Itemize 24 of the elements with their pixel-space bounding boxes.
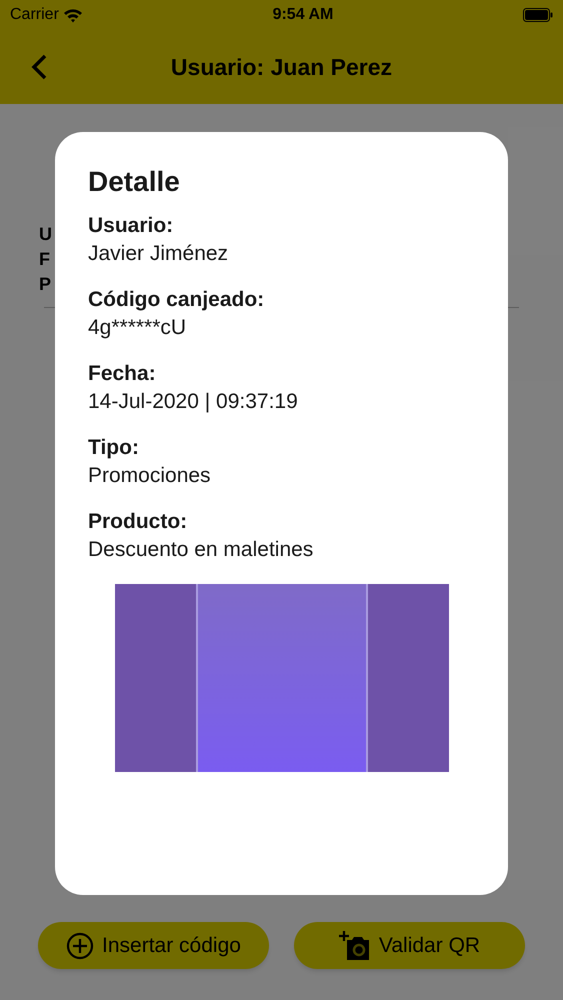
field-label: Código canjeado:	[88, 287, 264, 313]
dialog-title: Detalle	[88, 165, 181, 199]
validate-qr-button[interactable]: Validar QR	[294, 922, 525, 969]
field-value: Descuento en maletines	[88, 537, 314, 563]
field-value: 4g******cU	[88, 315, 186, 341]
field-value: Javier Jiménez	[88, 241, 228, 267]
insert-code-button[interactable]: Insertar código	[38, 922, 269, 969]
info-label: U	[39, 223, 52, 246]
info-label: P	[39, 273, 52, 296]
camera-plus-icon	[338, 930, 371, 960]
back-chevron-icon	[31, 54, 47, 80]
wifi-icon	[62, 8, 83, 22]
field-value: Promociones	[88, 463, 211, 489]
page-title: Usuario: Juan Perez	[170, 52, 392, 82]
plus-circle-icon	[66, 932, 94, 960]
info-label: F	[39, 248, 50, 271]
clock-time: 9:54 AM	[272, 5, 334, 25]
field-label: Tipo:	[88, 435, 139, 461]
field-label: Producto:	[88, 509, 188, 535]
field-value: 14-Jul-2020 | 09:37:19	[88, 389, 298, 415]
field-label: Usuario:	[88, 213, 174, 239]
carrier-label: Carrier	[10, 5, 59, 25]
field-label: Fecha:	[88, 361, 156, 387]
battery-icon	[523, 8, 553, 22]
